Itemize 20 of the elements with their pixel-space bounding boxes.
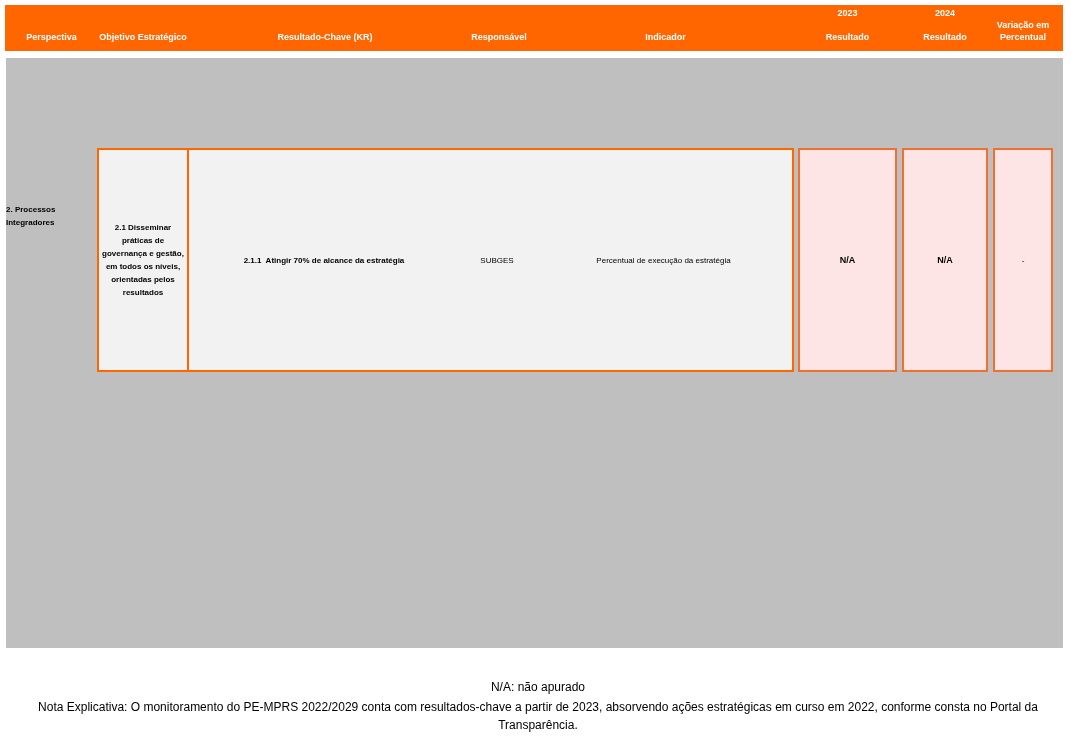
- column-header: Variação em Percentual: [995, 19, 1051, 43]
- column-header: Resultado: [825, 31, 870, 43]
- responsible-text: SUBGES: [479, 255, 515, 265]
- column-header: Indicador: [645, 31, 686, 43]
- table-cell: -: [993, 148, 1053, 372]
- column-header: Resultado: [923, 31, 967, 43]
- year-label: 2023: [837, 7, 858, 19]
- indicator-text: Percentual de execução da estratégia: [595, 255, 732, 265]
- table-cell: N/A: [902, 148, 988, 372]
- column-header: Objetivo Estratégico: [99, 31, 187, 43]
- table-cell: N/A: [798, 148, 897, 372]
- footnote: N/A: não apurado: [489, 679, 587, 696]
- year-label: 2024: [935, 7, 955, 19]
- key-result-text: 2.1.1 Atingir 70% de alcance da estratégia: [242, 255, 406, 265]
- table-cell: 2.1 Disseminar práticas de governança e gestão, em todos os níveis, orientadas pelos resultados: [97, 148, 189, 372]
- footnote: Nota Explicativa: O monitoramento do PE-MPRS 2022/2029 conta com resultados-chave a partir de 2023, absorvendo ações estratégicas em curso em 2022, conforme consta no Portal da Transparência.: [37, 699, 1039, 734]
- column-header: Perspectiva: [26, 31, 77, 43]
- perspective-text: 2. Processos Integradores: [6, 204, 57, 229]
- column-header: Resultado-Chave (KR): [277, 31, 373, 43]
- column-header: Responsável: [471, 31, 527, 43]
